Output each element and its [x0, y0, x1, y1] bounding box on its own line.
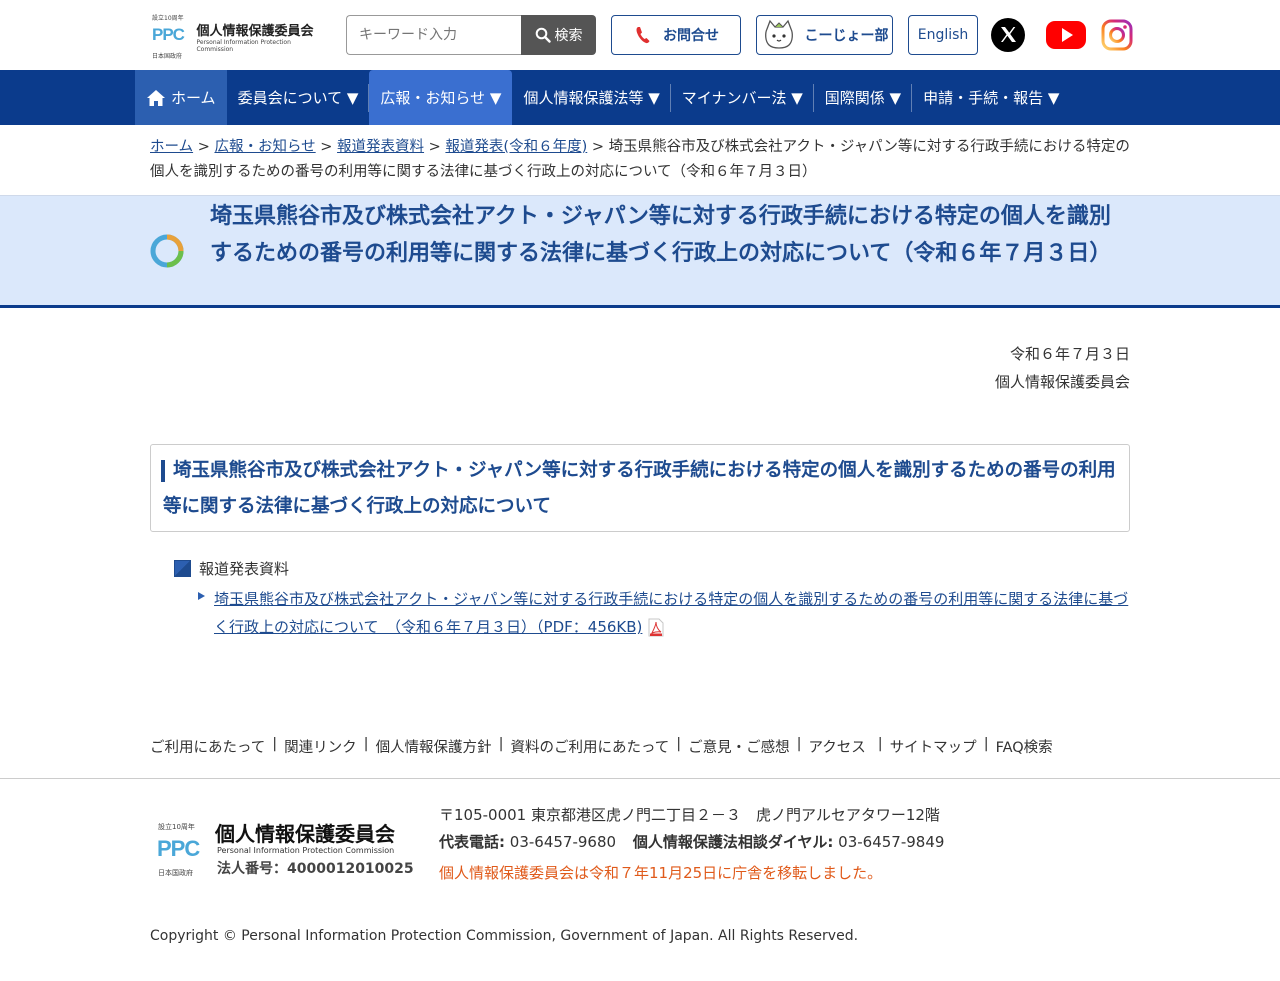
ppc-logo-text: PPC: [152, 25, 185, 44]
footer-link-divider: |: [676, 736, 682, 752]
breadcrumb-link-press-r6[interactable]: 報道発表(令和６年度): [445, 139, 587, 155]
breadcrumb-separator: >: [428, 139, 441, 155]
breadcrumb-separator: >: [320, 139, 333, 155]
publish-info: 令和６年７月３日 個人情報保護委員会: [995, 340, 1130, 396]
footer-address-block: 〒105-0001 東京都港区虎ノ門二丁目２－３ 虎ノ門アルセアタワー12階 代…: [439, 802, 944, 887]
footer-link-feedback[interactable]: ご意見・ご感想: [688, 736, 790, 757]
search-button-label: 検索: [554, 28, 583, 44]
footer-link-material-use[interactable]: 資料のご利用にあたって: [510, 736, 669, 757]
square-bullet-icon: [174, 560, 191, 577]
publish-author: 個人情報保護委員会: [994, 373, 1130, 391]
logo-jp-name: 個人情報保護委員会: [196, 23, 314, 39]
footer-ppc-badge: 設立10周年 PPC 日本国政府: [157, 823, 200, 877]
nav-applications-label: 申請・手続・報告 ▼: [923, 89, 1060, 107]
footer-corp-number: 法人番号：4000012010025: [217, 861, 414, 877]
page-title-band: 埼玉県熊谷市及び株式会社アクト・ジャパン等に対する行政手続における特定の個人を識…: [0, 195, 1280, 308]
dial-number: 03-6457-9849: [838, 833, 945, 851]
footer-link-divider: |: [498, 736, 504, 752]
tel-number: 03-6457-9680: [509, 833, 617, 851]
footer-link-divider: |: [363, 736, 369, 752]
mascot-cat-icon: [764, 19, 793, 49]
press-release-pdf-link-text: 埼玉県熊谷市及び株式会社アクト・ジャパン等に対する行政手続における特定の個人を識…: [214, 590, 1129, 636]
search-icon: [535, 27, 551, 43]
nav-item-international[interactable]: 国際関係 ▼: [814, 70, 913, 125]
nav-home-label: ホーム: [171, 89, 216, 107]
nav-item-about[interactable]: 委員会について ▼: [227, 70, 370, 125]
press-release-item: 埼玉県熊谷市及び株式会社アクト・ジャパン等に対する行政手続における特定の個人を識…: [198, 585, 1133, 641]
contact-button[interactable]: お問合せ: [611, 15, 741, 55]
footer-link-privacy-policy[interactable]: 個人情報保護方針: [376, 736, 492, 757]
footer-ppc-text: PPC: [157, 836, 200, 861]
footer-links: ご利用にあたって | 関連リンク | 個人情報保護方針 | 資料のご利用にあたって | …: [150, 736, 1053, 757]
nav-item-home[interactable]: ホーム: [135, 70, 227, 125]
site-header: 設立10周年 PPC 日本国政府 個人情報保護委員会 Personal Info…: [0, 0, 1280, 70]
press-release-pdf-link[interactable]: 埼玉県熊谷市及び株式会社アクト・ジャパン等に対する行政手続における特定の個人を識…: [214, 585, 1133, 641]
breadcrumb-separator: >: [591, 139, 605, 155]
triangle-bullet-icon: [198, 592, 205, 600]
page-title: 埼玉県熊谷市及び株式会社アクト・ジャパン等に対する行政手続における特定の個人を識…: [210, 204, 1112, 266]
nav-about-label: 委員会について ▼: [237, 89, 359, 107]
section-heading-box: 埼玉県熊谷市及び株式会社アクト・ジャパン等に対する行政手続における特定の個人を識…: [150, 444, 1130, 532]
footer-logo-name: 個人情報保護委員会: [215, 822, 395, 846]
publish-date: 令和６年７月３日: [1009, 345, 1130, 363]
footer-phones: 代表電話: 03-6457-9680 個人情報保護法相談ダイヤル: 03-645…: [439, 829, 944, 856]
dial-label: 個人情報保護法相談ダイヤル:: [632, 833, 834, 851]
nav-privacy-law-label: 個人情報保護法等 ▼: [523, 89, 660, 107]
footer-link-sitemap[interactable]: サイトマップ: [890, 736, 977, 757]
footer-logo-en: Personal Information Protection Commissi…: [217, 846, 395, 855]
footer-link-faq[interactable]: FAQ検索: [996, 736, 1053, 757]
nav-mynumber-label: マイナンバー法 ▼: [681, 89, 803, 107]
search-button[interactable]: 検索: [521, 15, 596, 55]
nav-item-mynumber[interactable]: マイナンバー法 ▼: [671, 70, 814, 125]
english-label: English: [917, 27, 969, 43]
breadcrumb-separator: >: [197, 139, 210, 155]
contact-label: お問合せ: [663, 28, 719, 44]
footer-link-divider: |: [877, 736, 883, 752]
press-materials-text: 報道発表資料: [199, 560, 290, 578]
breadcrumb-link-home[interactable]: ホーム: [150, 139, 193, 155]
instagram-icon[interactable]: [1100, 18, 1134, 52]
youtube-icon[interactable]: [1045, 18, 1087, 52]
home-icon: [147, 89, 165, 106]
footer-logo: 設立10周年 PPC 日本国政府 個人情報保護委員会 Personal Info…: [155, 818, 423, 878]
copyright: Copyright © Personal Information Protect…: [150, 928, 859, 944]
site-logo[interactable]: 設立10周年 PPC 日本国政府 個人情報保護委員会 Personal Info…: [150, 12, 325, 60]
nav-item-privacy-law[interactable]: 個人情報保護法等 ▼: [512, 70, 671, 125]
koujo-button[interactable]: こーじょー部: [756, 15, 893, 55]
english-button[interactable]: English: [908, 15, 978, 55]
footer-link-divider: |: [272, 736, 278, 752]
search-input[interactable]: [346, 15, 521, 55]
footer-link-access[interactable]: アクセス: [809, 736, 866, 757]
x-social-icon[interactable]: [991, 18, 1025, 52]
main-nav: ホーム 委員会について ▼ 広報・お知らせ ▼ 個人情報保護法等 ▼ マイナンバ…: [0, 70, 1280, 125]
ring-icon: [150, 234, 184, 268]
footer-link-terms[interactable]: ご利用にあたって: [150, 736, 265, 757]
tel-label: 代表電話:: [439, 833, 505, 851]
relocation-notice: 個人情報保護委員会は令和７年11月25日に庁舎を移転しました。: [439, 864, 883, 882]
nav-news-label: 広報・お知らせ ▼: [380, 89, 502, 107]
nav-international-label: 国際関係 ▼: [824, 89, 902, 107]
ppc-logo-badge: 設立10周年 PPC 日本国政府: [152, 15, 185, 60]
breadcrumb: ホーム > 広報・お知らせ > 報道発表資料 > 報道発表(令和６年度) > 埼…: [150, 135, 1135, 185]
search-form: 検索: [346, 15, 596, 55]
logo-en-name: Personal Information Protection Commissi…: [196, 38, 291, 53]
breadcrumb-link-news[interactable]: 広報・お知らせ: [214, 139, 315, 155]
footer-address: 〒105-0001 東京都港区虎ノ門二丁目２－３ 虎ノ門アルセアタワー12階: [439, 806, 940, 824]
breadcrumb-link-press[interactable]: 報道発表資料: [337, 139, 424, 155]
phone-icon: [636, 27, 650, 44]
footer-link-related[interactable]: 関連リンク: [284, 736, 357, 757]
footer-link-divider: |: [796, 736, 802, 752]
nav-item-news[interactable]: 広報・お知らせ ▼: [369, 70, 513, 125]
nav-item-applications[interactable]: 申請・手続・報告 ▼: [912, 70, 1070, 125]
section-heading: 埼玉県熊谷市及び株式会社アクト・ジャパン等に対する行政手続における特定の個人を識…: [163, 460, 1116, 517]
footer-link-divider: |: [983, 736, 989, 752]
pdf-icon: [648, 618, 664, 637]
footer-divider: [0, 778, 1280, 779]
press-materials-label: 報道発表資料: [174, 558, 289, 579]
koujo-label: こーじょー部: [804, 28, 889, 44]
